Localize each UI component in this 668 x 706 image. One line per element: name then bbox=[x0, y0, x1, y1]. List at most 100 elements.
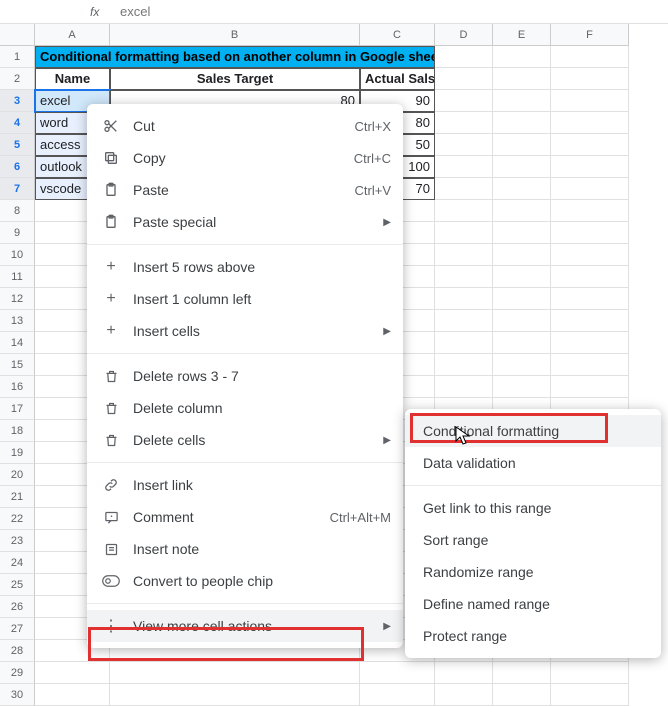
cell[interactable] bbox=[493, 684, 551, 706]
cell[interactable] bbox=[435, 684, 493, 706]
cell[interactable] bbox=[435, 112, 493, 134]
menu-insert-rows[interactable]: + Insert 5 rows above bbox=[87, 251, 403, 283]
menu-insert-note[interactable]: Insert note bbox=[87, 533, 403, 565]
cell[interactable] bbox=[35, 662, 110, 684]
row-header-29[interactable]: 29 bbox=[0, 662, 35, 684]
row-header-4[interactable]: 4 bbox=[0, 112, 35, 134]
cell[interactable] bbox=[551, 266, 629, 288]
cell[interactable] bbox=[493, 376, 551, 398]
col-header-E[interactable]: E bbox=[493, 24, 551, 46]
cell[interactable] bbox=[110, 684, 360, 706]
cell[interactable] bbox=[551, 156, 629, 178]
cell[interactable] bbox=[435, 134, 493, 156]
col-header-A[interactable]: A bbox=[35, 24, 110, 46]
cell[interactable] bbox=[435, 354, 493, 376]
cell[interactable] bbox=[435, 222, 493, 244]
row-header-21[interactable]: 21 bbox=[0, 486, 35, 508]
cell[interactable] bbox=[435, 310, 493, 332]
cell[interactable] bbox=[493, 310, 551, 332]
submenu-protect-range[interactable]: Protect range bbox=[405, 620, 661, 652]
row-header-7[interactable]: 7 bbox=[0, 178, 35, 200]
cell[interactable] bbox=[493, 68, 551, 90]
menu-paste-special[interactable]: Paste special ▶ bbox=[87, 206, 403, 238]
cell[interactable] bbox=[551, 90, 629, 112]
cell[interactable] bbox=[493, 244, 551, 266]
title-cell[interactable]: Conditional formatting based on another … bbox=[35, 46, 435, 68]
cell[interactable] bbox=[435, 46, 493, 68]
submenu-data-validation[interactable]: Data validation bbox=[405, 447, 661, 479]
cell[interactable] bbox=[493, 662, 551, 684]
menu-insert-cells[interactable]: + Insert cells ▶ bbox=[87, 315, 403, 347]
row-header-11[interactable]: 11 bbox=[0, 266, 35, 288]
cell[interactable] bbox=[435, 178, 493, 200]
cell[interactable] bbox=[493, 266, 551, 288]
cell[interactable] bbox=[551, 46, 629, 68]
row-header-9[interactable]: 9 bbox=[0, 222, 35, 244]
row-header-15[interactable]: 15 bbox=[0, 354, 35, 376]
menu-insert-column[interactable]: + Insert 1 column left bbox=[87, 283, 403, 315]
cell[interactable] bbox=[551, 376, 629, 398]
cell[interactable] bbox=[493, 332, 551, 354]
cell[interactable] bbox=[551, 200, 629, 222]
row-header-13[interactable]: 13 bbox=[0, 310, 35, 332]
cell[interactable] bbox=[360, 684, 435, 706]
cell[interactable] bbox=[551, 288, 629, 310]
cell[interactable] bbox=[493, 354, 551, 376]
row-header-3[interactable]: 3 bbox=[0, 90, 35, 112]
formula-value[interactable]: excel bbox=[110, 4, 150, 19]
row-header-18[interactable]: 18 bbox=[0, 420, 35, 442]
cell[interactable] bbox=[551, 244, 629, 266]
col-header-C[interactable]: C bbox=[360, 24, 435, 46]
cell[interactable] bbox=[493, 222, 551, 244]
cell[interactable] bbox=[435, 662, 493, 684]
row-header-27[interactable]: 27 bbox=[0, 618, 35, 640]
cell[interactable] bbox=[435, 244, 493, 266]
cell[interactable] bbox=[435, 332, 493, 354]
header-actual[interactable]: Actual Salse bbox=[360, 68, 435, 90]
cell[interactable] bbox=[493, 90, 551, 112]
row-header-17[interactable]: 17 bbox=[0, 398, 35, 420]
cell[interactable] bbox=[493, 46, 551, 68]
cell[interactable] bbox=[551, 112, 629, 134]
menu-cut[interactable]: Cut Ctrl+X bbox=[87, 110, 403, 142]
row-header-22[interactable]: 22 bbox=[0, 508, 35, 530]
cell[interactable] bbox=[435, 376, 493, 398]
menu-delete-cells[interactable]: Delete cells ▶ bbox=[87, 424, 403, 456]
row-header-28[interactable]: 28 bbox=[0, 640, 35, 662]
row-header-14[interactable]: 14 bbox=[0, 332, 35, 354]
menu-delete-rows[interactable]: Delete rows 3 - 7 bbox=[87, 360, 403, 392]
menu-people-chip[interactable]: Convert to people chip bbox=[87, 565, 403, 597]
col-header-D[interactable]: D bbox=[435, 24, 493, 46]
row-header-30[interactable]: 30 bbox=[0, 684, 35, 706]
cell[interactable] bbox=[493, 178, 551, 200]
cell[interactable] bbox=[551, 178, 629, 200]
header-name[interactable]: Name bbox=[35, 68, 110, 90]
cell[interactable] bbox=[435, 288, 493, 310]
submenu-sort-range[interactable]: Sort range bbox=[405, 524, 661, 556]
cell[interactable] bbox=[493, 200, 551, 222]
row-header-26[interactable]: 26 bbox=[0, 596, 35, 618]
select-all-corner[interactable] bbox=[0, 24, 35, 46]
cell[interactable] bbox=[551, 354, 629, 376]
cell[interactable] bbox=[551, 684, 629, 706]
cell[interactable] bbox=[435, 156, 493, 178]
row-header-8[interactable]: 8 bbox=[0, 200, 35, 222]
cell[interactable] bbox=[435, 266, 493, 288]
row-header-24[interactable]: 24 bbox=[0, 552, 35, 574]
submenu-conditional-formatting[interactable]: Conditional formatting bbox=[405, 415, 661, 447]
cell[interactable] bbox=[551, 68, 629, 90]
cell[interactable] bbox=[551, 222, 629, 244]
row-header-19[interactable]: 19 bbox=[0, 442, 35, 464]
cell[interactable] bbox=[110, 662, 360, 684]
cell[interactable] bbox=[435, 90, 493, 112]
col-header-B[interactable]: B bbox=[110, 24, 360, 46]
cell[interactable] bbox=[435, 68, 493, 90]
col-header-F[interactable]: F bbox=[551, 24, 629, 46]
menu-insert-link[interactable]: Insert link bbox=[87, 469, 403, 501]
menu-view-more[interactable]: ⋮ View more cell actions ▶ bbox=[87, 610, 403, 642]
row-header-16[interactable]: 16 bbox=[0, 376, 35, 398]
row-header-2[interactable]: 2 bbox=[0, 68, 35, 90]
row-header-25[interactable]: 25 bbox=[0, 574, 35, 596]
row-header-12[interactable]: 12 bbox=[0, 288, 35, 310]
cell[interactable] bbox=[493, 134, 551, 156]
